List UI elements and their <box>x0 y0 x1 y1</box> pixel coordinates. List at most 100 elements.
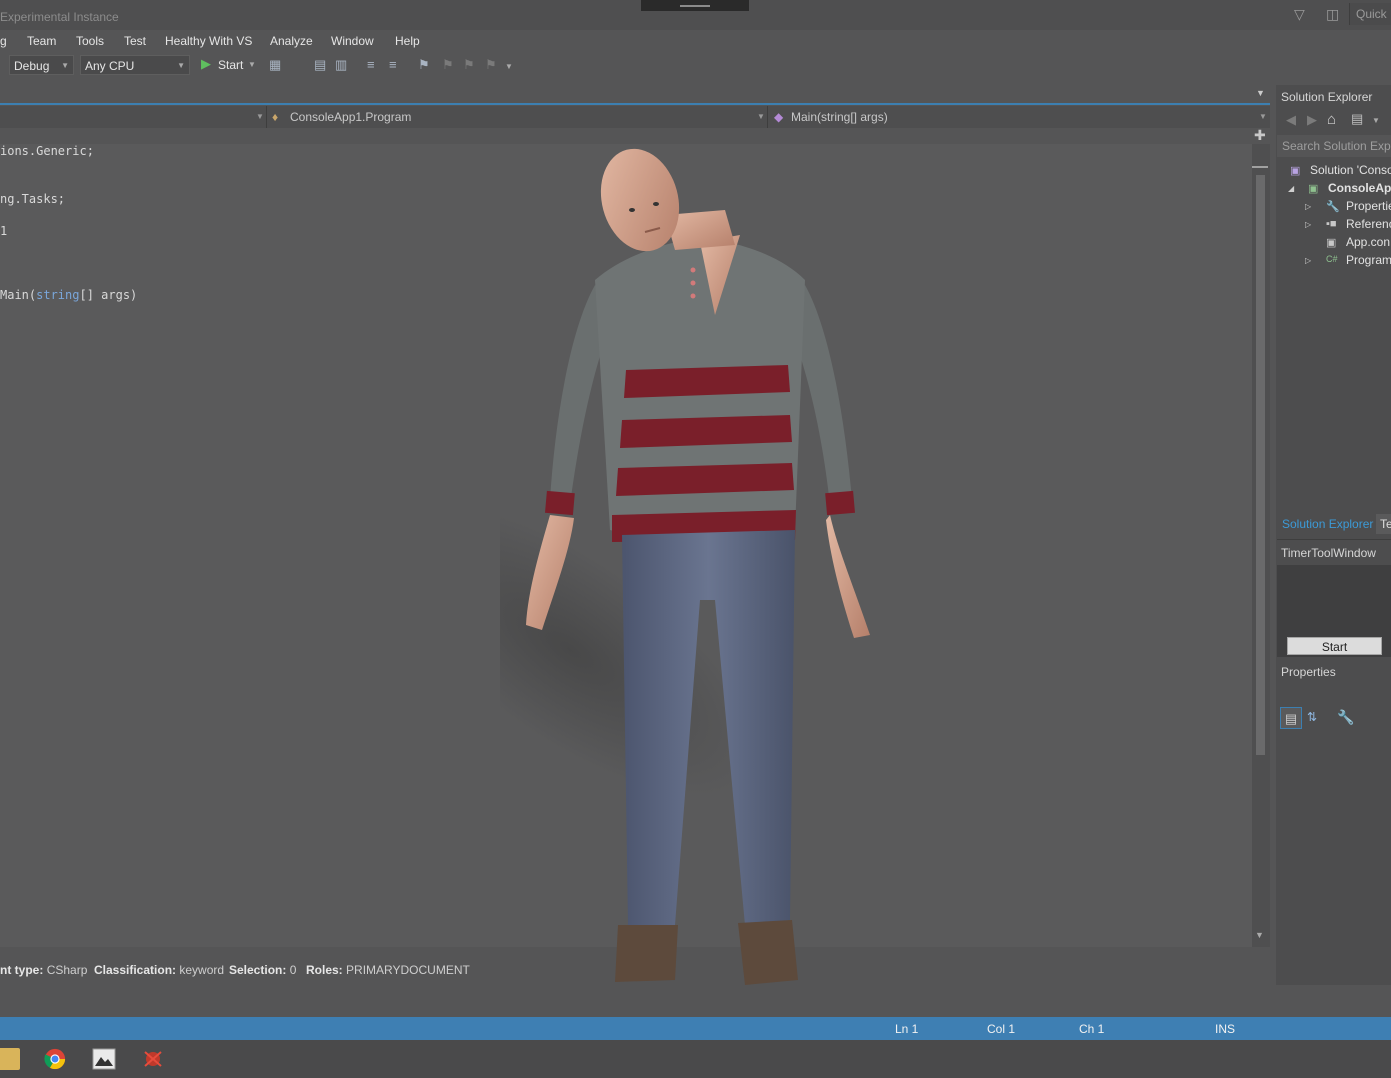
clear-bookmarks-icon[interactable]: ⚑ <box>485 57 497 73</box>
prev-bookmark-icon[interactable]: ⚑ <box>442 57 454 73</box>
menu-bar: g Team Tools Test Healthy With VS Analyz… <box>0 30 1391 52</box>
bookmark-icon[interactable]: ⚑ <box>418 57 430 73</box>
file-explorer-icon[interactable] <box>0 1048 20 1070</box>
menu-help[interactable]: Help <box>395 34 420 48</box>
document-tab-indicator <box>0 103 1270 105</box>
chevron-down-icon: ▼ <box>61 61 69 70</box>
solution-config-combo[interactable]: Debug ▼ <box>9 55 74 75</box>
csharp-file-icon: C# <box>1326 254 1338 264</box>
collapsed-icon[interactable]: ▷ <box>1305 220 1311 229</box>
chevron-down-icon[interactable]: ▼ <box>1372 116 1380 125</box>
toolbar-overflow-icon[interactable]: ▼ <box>505 62 513 71</box>
chevron-down-icon[interactable]: ▼ <box>256 106 264 128</box>
chevron-down-icon[interactable]: ▼ <box>1259 106 1267 128</box>
alphabetical-icon[interactable]: ⇅ <box>1307 710 1317 724</box>
chevron-down-icon[interactable]: ▼ <box>248 60 256 69</box>
step-over-icon[interactable]: ▥ <box>335 57 347 73</box>
window-title: Experimental Instance <box>0 10 119 24</box>
home-icon[interactable]: ⌂ <box>1327 111 1336 128</box>
code-line: ions.Generic; <box>0 144 94 158</box>
classification-info: Classification: keyword <box>94 963 224 977</box>
forward-icon[interactable]: ▶ <box>1307 112 1317 128</box>
quick-launch-input[interactable]: Quick <box>1349 3 1391 25</box>
member-combo[interactable]: Main(string[] args) <box>791 106 888 128</box>
start-debug-button[interactable]: Start <box>218 58 243 72</box>
expanded-icon[interactable]: ◢ <box>1288 184 1294 193</box>
selection-info: Selection: 0 <box>229 963 296 977</box>
scroll-down-icon[interactable]: ▼ <box>1255 930 1264 940</box>
indent-icon[interactable]: ≡ <box>389 57 397 72</box>
button <box>690 267 696 273</box>
browser-link-icon[interactable]: ▦ <box>269 57 281 73</box>
scroll-marker <box>1252 166 1268 168</box>
menu-debug[interactable]: g <box>0 34 7 48</box>
left-cuff <box>545 490 575 516</box>
taskbar <box>0 1040 1391 1078</box>
play-icon[interactable]: ▶ <box>201 56 211 72</box>
step-into-icon[interactable]: ▤ <box>314 57 326 73</box>
outdent-icon[interactable]: ≡ <box>367 57 375 72</box>
collapsed-icon[interactable]: ▷ <box>1305 202 1311 211</box>
eye <box>629 208 635 212</box>
collapsed-icon[interactable]: ▷ <box>1305 256 1311 265</box>
scrollbar-thumb[interactable] <box>1256 175 1265 755</box>
code-token: [] args) <box>79 288 138 302</box>
content-type-label: nt type: <box>0 963 44 977</box>
photos-icon[interactable] <box>92 1048 116 1070</box>
back-icon[interactable]: ◀ <box>1286 112 1296 128</box>
properties-title: Properties <box>1281 665 1336 679</box>
menu-team[interactable]: Team <box>27 34 56 48</box>
tree-item-properties[interactable]: Propertie <box>1346 199 1391 213</box>
property-pages-icon[interactable]: 🔧 <box>1337 709 1354 726</box>
code-keyword: string <box>36 288 80 302</box>
menu-tools[interactable]: Tools <box>76 34 104 48</box>
divider <box>767 106 768 128</box>
menu-analyze[interactable]: Analyze <box>270 34 313 48</box>
references-icon: ▪■ <box>1326 218 1337 230</box>
chevron-down-icon[interactable]: ▼ <box>757 106 765 128</box>
timer-start-button[interactable]: Start <box>1287 637 1382 655</box>
feedback-icon[interactable]: ◫ <box>1326 6 1339 23</box>
status-insert-mode[interactable]: INS <box>1215 1022 1235 1036</box>
menu-healthy-with-vs[interactable]: Healthy With VS <box>165 34 252 48</box>
menu-test[interactable]: Test <box>124 34 146 48</box>
platform-combo[interactable]: Any CPU ▼ <box>80 55 190 75</box>
status-column: Col 1 <box>987 1022 1016 1036</box>
platform-value: Any CPU <box>85 59 135 73</box>
tab-team-explorer[interactable]: Te <box>1376 514 1391 534</box>
class-combo[interactable]: ConsoleApp1.Program <box>290 106 411 128</box>
right-hand <box>826 515 870 638</box>
tree-item-references[interactable]: Referenc <box>1346 217 1391 231</box>
roles-value: PRIMARYDOCUMENT <box>346 963 470 977</box>
solution-search-input[interactable]: Search Solution Explo <box>1277 135 1391 157</box>
character-figure <box>500 148 870 985</box>
content-type-value: CSharp <box>46 963 88 977</box>
selection-label: Selection: <box>229 963 287 977</box>
code-line: Main(string[] args) <box>0 288 137 302</box>
right-cuff <box>825 490 855 516</box>
config-file-icon: ▣ <box>1326 237 1337 249</box>
tab-solution-explorer[interactable]: Solution Explorer <box>1282 517 1373 531</box>
tree-item-project[interactable]: ConsoleApp <box>1328 181 1391 195</box>
tree-item-app-config[interactable]: App.con <box>1346 235 1390 249</box>
categorized-icon[interactable]: ▤ <box>1280 707 1302 729</box>
eye <box>653 202 659 206</box>
filter-icon[interactable]: ▽ <box>1294 6 1305 23</box>
tree-item-solution[interactable]: Solution 'Conso <box>1310 163 1391 177</box>
left-shoe <box>615 925 678 982</box>
timer-window-title: TimerToolWindow <box>1281 546 1376 560</box>
split-window-icon[interactable]: ✚ <box>1254 127 1266 144</box>
class-icon: ♦ <box>272 110 279 124</box>
next-bookmark-icon[interactable]: ⚑ <box>463 57 475 73</box>
app-icon[interactable] <box>141 1048 165 1070</box>
solution-config-value: Debug <box>14 59 50 73</box>
tree-item-program[interactable]: Program <box>1346 253 1391 267</box>
right-shoe <box>738 920 798 985</box>
button <box>690 280 696 286</box>
tab-overflow-icon[interactable]: ▼ <box>1256 88 1265 98</box>
roles-info: Roles: PRIMARYDOCUMENT <box>306 963 470 977</box>
button <box>690 293 696 299</box>
menu-window[interactable]: Window <box>331 34 374 48</box>
sync-icon[interactable]: ▤ <box>1351 111 1363 127</box>
chrome-icon[interactable] <box>43 1048 67 1070</box>
